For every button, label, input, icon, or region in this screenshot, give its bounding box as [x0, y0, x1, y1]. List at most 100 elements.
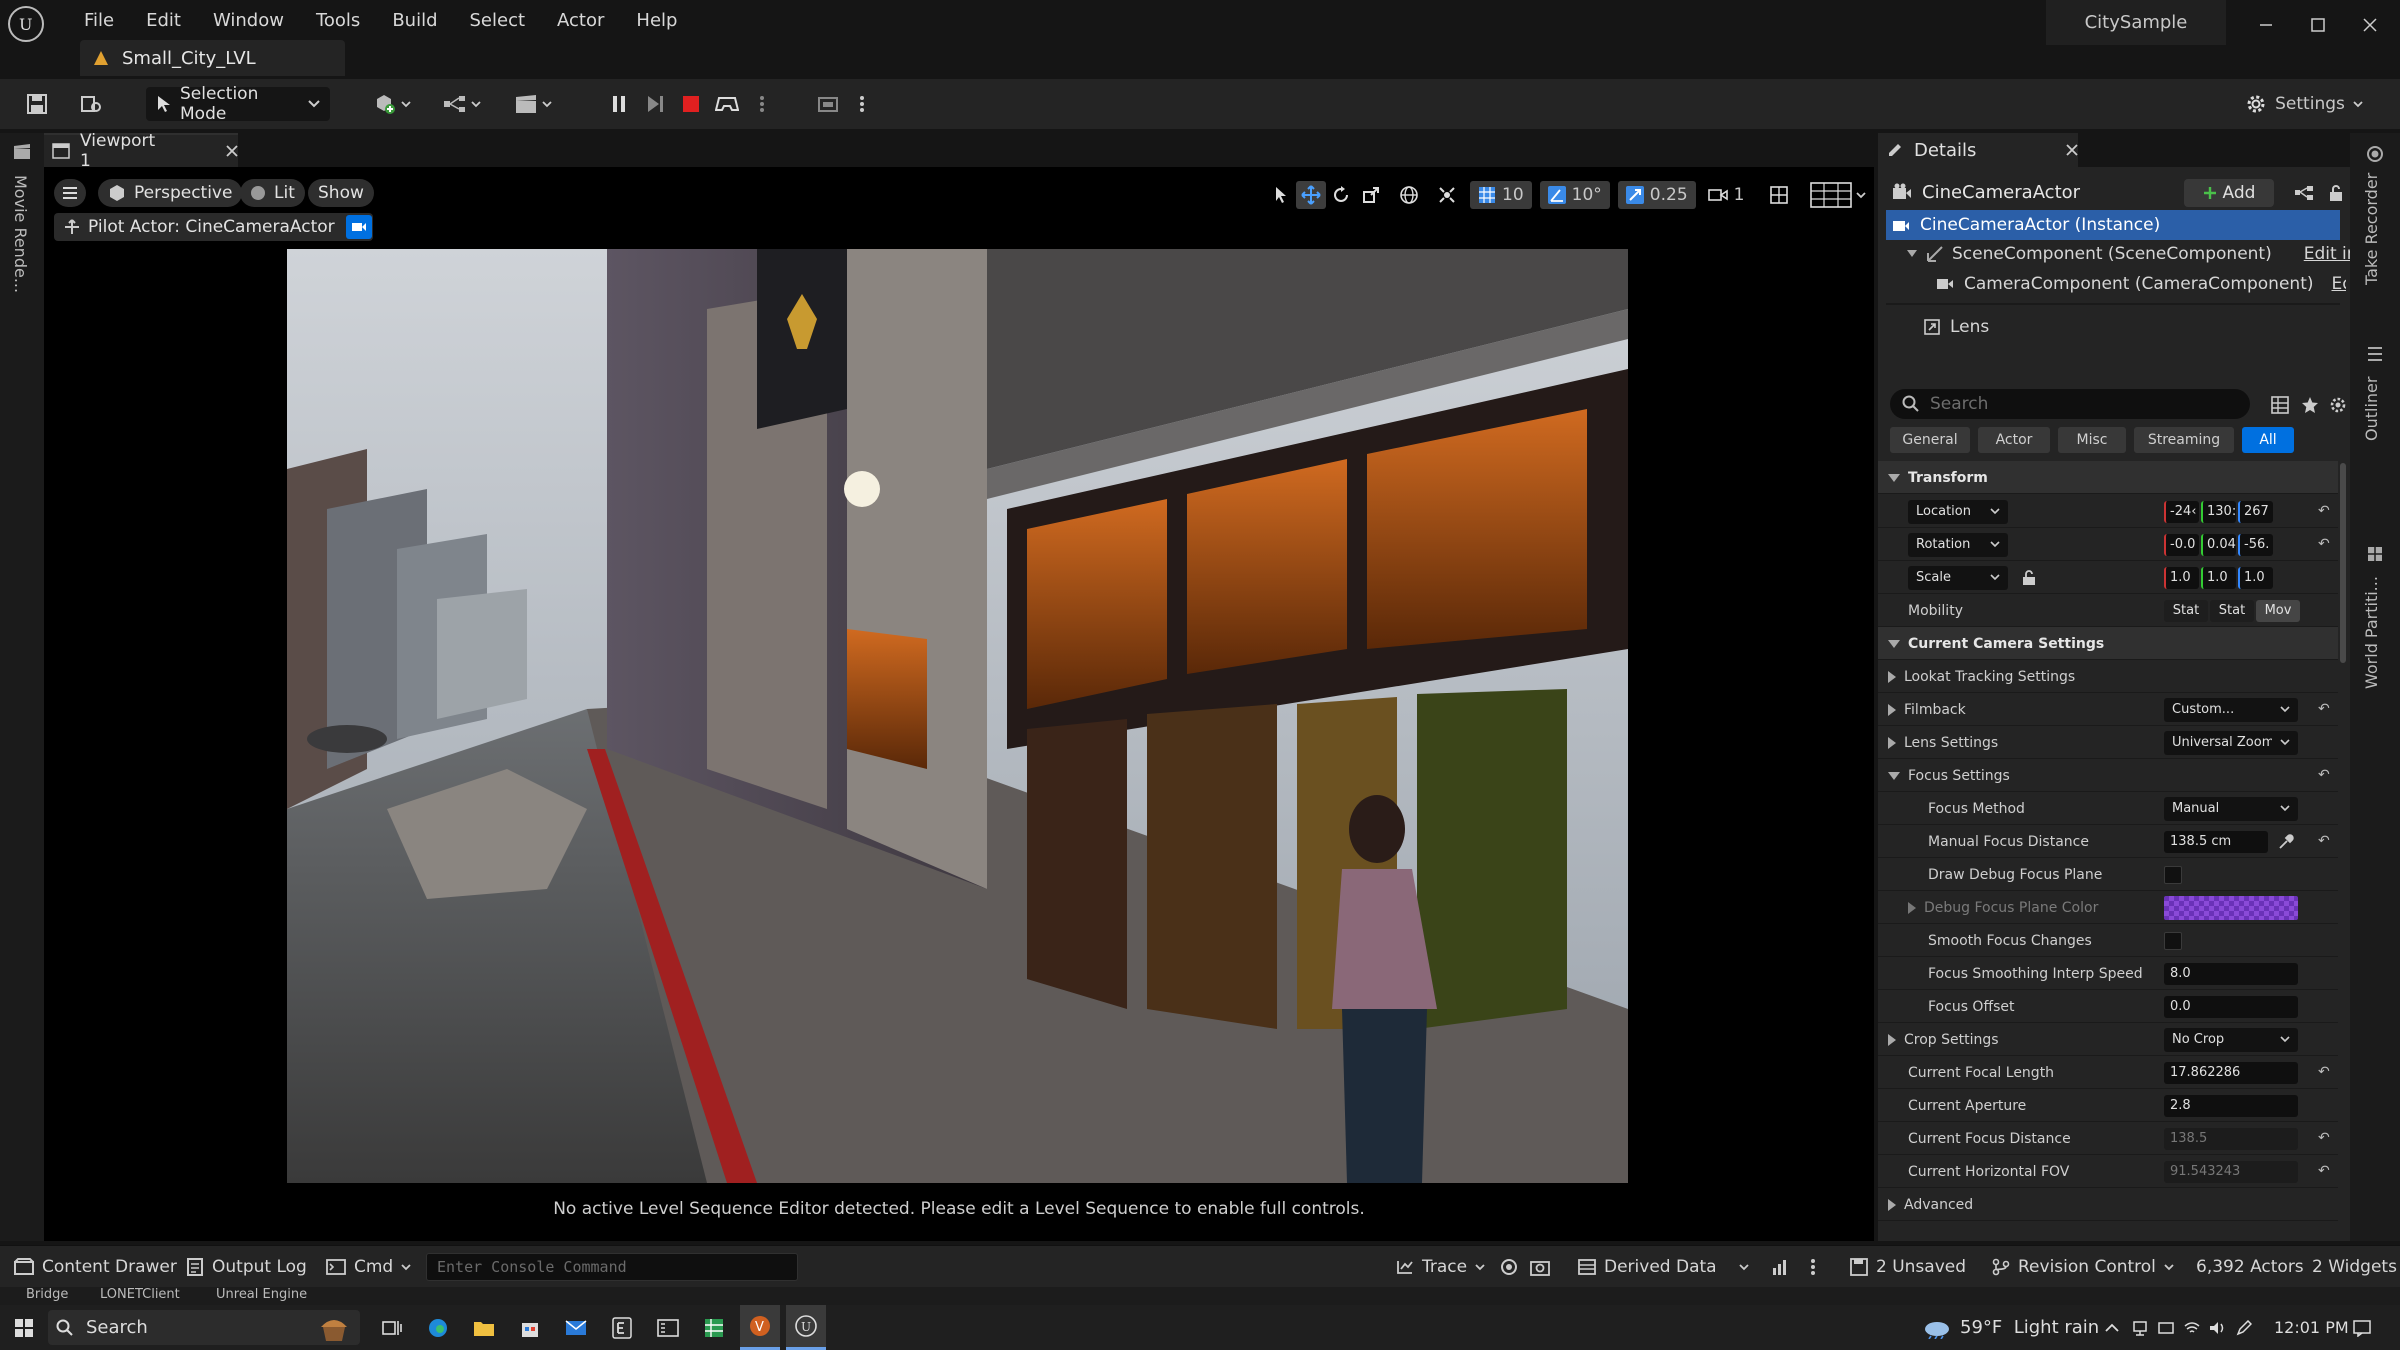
unlock-icon[interactable] — [2022, 569, 2036, 586]
filter-general[interactable]: General — [1890, 427, 1970, 453]
reset-arrow-icon[interactable]: ↶ — [2318, 833, 2330, 849]
movie-render-tab[interactable]: Movie Rende... — [11, 175, 30, 375]
edit-in-cpp-link[interactable]: Edit in C — [2332, 274, 2347, 294]
volume-tray-icon[interactable] — [2206, 1305, 2230, 1350]
perspective-button[interactable]: Perspective — [98, 179, 243, 207]
content-drawer-button[interactable]: Content Drawer — [14, 1246, 177, 1288]
viewport-menu-button[interactable] — [54, 179, 86, 207]
scale-snap-toggle[interactable]: 0.25 — [1617, 181, 1696, 209]
focus-method-dropdown[interactable]: Manual — [2164, 796, 2298, 821]
step-button[interactable] — [640, 87, 670, 121]
expand-triangle-icon[interactable] — [1908, 901, 1916, 914]
reset-arrow-icon[interactable]: ↶ — [2318, 536, 2330, 552]
wifi-tray-icon[interactable] — [2180, 1305, 2204, 1350]
expand-triangle-icon[interactable] — [1888, 736, 1896, 749]
network-tray-icon[interactable] — [2128, 1305, 2152, 1350]
movie-render-icon[interactable] — [12, 143, 32, 161]
screenshot-icon[interactable] — [1530, 1246, 1550, 1288]
mobility-stationary-option[interactable]: Stat — [2210, 599, 2254, 622]
menu-actor[interactable]: Actor — [541, 10, 620, 31]
transform-category[interactable]: Transform — [1878, 461, 2338, 494]
taskbar-search[interactable]: Search — [48, 1310, 360, 1345]
component-row-camera[interactable]: CameraComponent (CameraComponent) Edit i… — [1936, 269, 2346, 299]
lookat-row[interactable]: Lookat Tracking Settings — [1878, 660, 2338, 693]
weather-text[interactable]: 59°F Light rain — [1960, 1305, 2099, 1350]
blueprint-convert-icon[interactable] — [2292, 181, 2316, 205]
edge-icon[interactable] — [418, 1305, 458, 1350]
unreal-logo-icon[interactable]: U — [8, 6, 44, 42]
minimize-button[interactable] — [2246, 8, 2286, 42]
filter-misc[interactable]: Misc — [2058, 427, 2126, 453]
level-viewport[interactable]: Perspective Lit Show Pilot Actor: CineCa… — [44, 167, 1874, 1241]
epic-launcher-icon[interactable] — [602, 1305, 642, 1350]
world-partition-tab[interactable]: World Partiti... — [2362, 549, 2381, 689]
take-recorder-tab[interactable]: Take Recorder — [2362, 125, 2381, 285]
weather-icon[interactable] — [1916, 1305, 1956, 1350]
scale-tool-icon[interactable] — [1356, 186, 1386, 204]
reset-arrow-icon[interactable]: ↶ — [2318, 503, 2330, 519]
reset-arrow-icon[interactable]: ↶ — [2318, 1064, 2330, 1080]
more-options-icon[interactable] — [1810, 1246, 1816, 1288]
notifications-icon[interactable] — [2346, 1305, 2378, 1350]
show-button[interactable]: Show — [308, 179, 374, 207]
menu-edit[interactable]: Edit — [130, 10, 197, 31]
menu-file[interactable]: File — [68, 10, 130, 31]
mobility-static-option[interactable]: Stat — [2164, 599, 2208, 622]
location-combo[interactable]: Location — [1908, 499, 2008, 524]
chevron-up-icon[interactable] — [2100, 1305, 2124, 1350]
task-view-icon[interactable] — [372, 1305, 412, 1350]
table-view-icon[interactable] — [2268, 393, 2292, 417]
pause-button[interactable] — [604, 87, 634, 121]
add-actor-button[interactable] — [368, 87, 416, 121]
record-trace-icon[interactable] — [1500, 1246, 1518, 1288]
platforms-button[interactable] — [812, 87, 846, 121]
platforms-options-button[interactable] — [852, 87, 872, 121]
layout-button[interactable] — [1810, 181, 1867, 209]
blueprint-button[interactable] — [438, 87, 486, 121]
rotation-y-field[interactable]: 0.04 — [2201, 533, 2236, 556]
world-space-icon[interactable] — [1394, 185, 1424, 205]
debug-color-swatch[interactable] — [2164, 895, 2298, 920]
expand-triangle-icon[interactable] — [1906, 249, 1918, 259]
menu-select[interactable]: Select — [454, 10, 542, 31]
star-icon[interactable] — [2298, 393, 2322, 417]
rotation-z-field[interactable]: -56. — [2238, 533, 2273, 556]
location-x-field[interactable]: -24‹ — [2164, 500, 2199, 523]
reset-arrow-icon[interactable]: ↶ — [2318, 767, 2330, 783]
smoothing-speed-field[interactable]: 8.0 — [2164, 962, 2298, 985]
revision-control-dropdown[interactable]: Revision Control — [1992, 1246, 2174, 1288]
stop-button[interactable] — [676, 87, 706, 121]
close-icon[interactable] — [2066, 144, 2079, 156]
outliner-tab[interactable]: Outliner — [2362, 341, 2381, 441]
trace-dropdown[interactable]: Trace — [1396, 1246, 1485, 1288]
focal-length-field[interactable]: 17.862286 — [2164, 1061, 2298, 1084]
surface-snap-icon[interactable] — [1432, 185, 1462, 205]
crop-dropdown[interactable]: No Crop — [2164, 1027, 2298, 1052]
scale-z-field[interactable]: 1.0 — [2238, 566, 2273, 589]
store-icon[interactable] — [510, 1305, 550, 1350]
location-z-field[interactable]: 267 — [2238, 500, 2273, 523]
viewport-tab[interactable]: Viewport 1 — [44, 131, 238, 171]
reset-arrow-icon[interactable]: ↶ — [2318, 1130, 2330, 1146]
focus-settings-row[interactable]: Focus Settings ↶ — [1878, 759, 2338, 792]
menu-build[interactable]: Build — [376, 10, 453, 31]
manual-focus-field[interactable]: 138.5 cm — [2164, 830, 2268, 853]
component-row-scene[interactable]: SceneComponent (SceneComponent) Edit in … — [1906, 239, 2400, 269]
maximize-viewport-icon[interactable] — [1764, 186, 1794, 204]
derived-data-dropdown[interactable]: Derived Data — [1578, 1246, 1749, 1288]
cinematics-button[interactable] — [508, 87, 558, 121]
source-control-icon[interactable] — [1772, 1246, 1790, 1288]
content-browser-icon[interactable] — [74, 87, 108, 121]
menu-window[interactable]: Window — [197, 10, 300, 31]
details-search-input[interactable]: Search — [1890, 389, 2250, 419]
focus-offset-field[interactable]: 0.0 — [2164, 995, 2298, 1018]
aperture-field[interactable]: 2.8 — [2164, 1094, 2298, 1117]
reset-arrow-icon[interactable]: ↶ — [2318, 1163, 2330, 1179]
lens-settings-dropdown[interactable]: Universal Zoom — [2164, 730, 2298, 755]
filter-streaming[interactable]: Streaming — [2134, 427, 2234, 453]
console-command-input[interactable]: Enter Console Command — [426, 1253, 798, 1281]
filter-all[interactable]: All — [2242, 427, 2294, 453]
gear-icon[interactable] — [2326, 393, 2350, 417]
media-player-icon[interactable] — [648, 1305, 688, 1350]
pen-tray-icon[interactable] — [2232, 1305, 2256, 1350]
